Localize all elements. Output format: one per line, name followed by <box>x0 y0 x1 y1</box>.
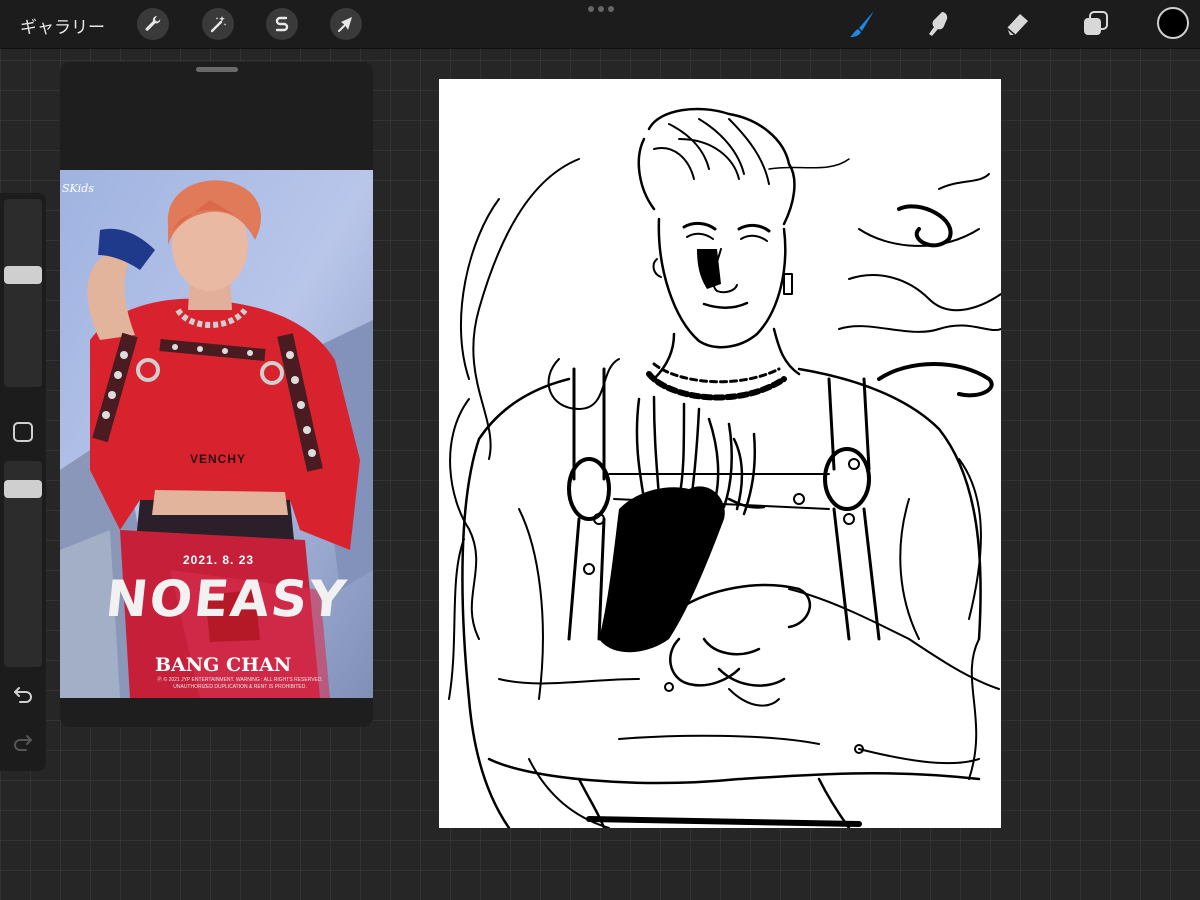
poster-brand-text: VENCHY <box>190 452 247 466</box>
poster-fine-print: Ⓟ © 2021 JYP ENTERTAINMENT. WARNING : AL… <box>157 677 323 690</box>
undo-icon <box>14 687 32 703</box>
actions-button[interactable] <box>137 8 169 40</box>
brush-size-thumb[interactable] <box>4 266 42 285</box>
undo-button[interactable] <box>11 682 35 706</box>
color-picker-button[interactable] <box>1157 7 1189 39</box>
selection-button[interactable] <box>266 8 298 40</box>
magic-wand-icon <box>210 16 227 33</box>
redo-button[interactable] <box>11 730 35 754</box>
layers-icon <box>1084 11 1108 35</box>
top-toolbar: ギャラリー <box>0 0 1200 49</box>
poster-member-name: BANG CHAN <box>155 654 292 676</box>
adjustments-button[interactable] <box>202 8 234 40</box>
transform-arrow-icon <box>338 17 352 32</box>
poster-date: 2021. 8. 23 <box>183 553 255 567</box>
transform-button[interactable] <box>330 8 362 40</box>
poster-title: NOEASY <box>102 570 351 628</box>
drawing-canvas[interactable] <box>439 79 1001 828</box>
brush-opacity-thumb[interactable] <box>4 479 42 498</box>
brush-size-slider[interactable] <box>4 199 42 387</box>
poster-logo: SKids <box>62 182 94 195</box>
layers-button[interactable] <box>1077 6 1113 42</box>
eraser-icon <box>1006 14 1028 36</box>
square-icon <box>13 422 33 442</box>
smudge-tool-button[interactable] <box>920 6 956 42</box>
reference-panel[interactable]: SKids VENCHY 2021. 8. 23 NOEASY BANG CHA… <box>60 62 373 727</box>
wrench-icon <box>145 15 161 31</box>
brush-icon <box>850 11 874 37</box>
eraser-tool-button[interactable] <box>999 6 1035 42</box>
line-art-sketch <box>448 107 1001 828</box>
redo-icon <box>14 735 32 751</box>
left-sidebar <box>0 193 46 771</box>
modify-button[interactable] <box>11 420 35 444</box>
smudge-icon <box>929 12 948 36</box>
reference-drag-handle[interactable] <box>196 67 238 72</box>
brush-tool-button[interactable] <box>844 6 880 42</box>
reference-image: SKids VENCHY 2021. 8. 23 NOEASY BANG CHA… <box>60 170 373 698</box>
options-dots[interactable] <box>588 6 614 12</box>
gallery-button[interactable]: ギャラリー <box>20 13 105 38</box>
selection-s-icon <box>275 16 289 32</box>
